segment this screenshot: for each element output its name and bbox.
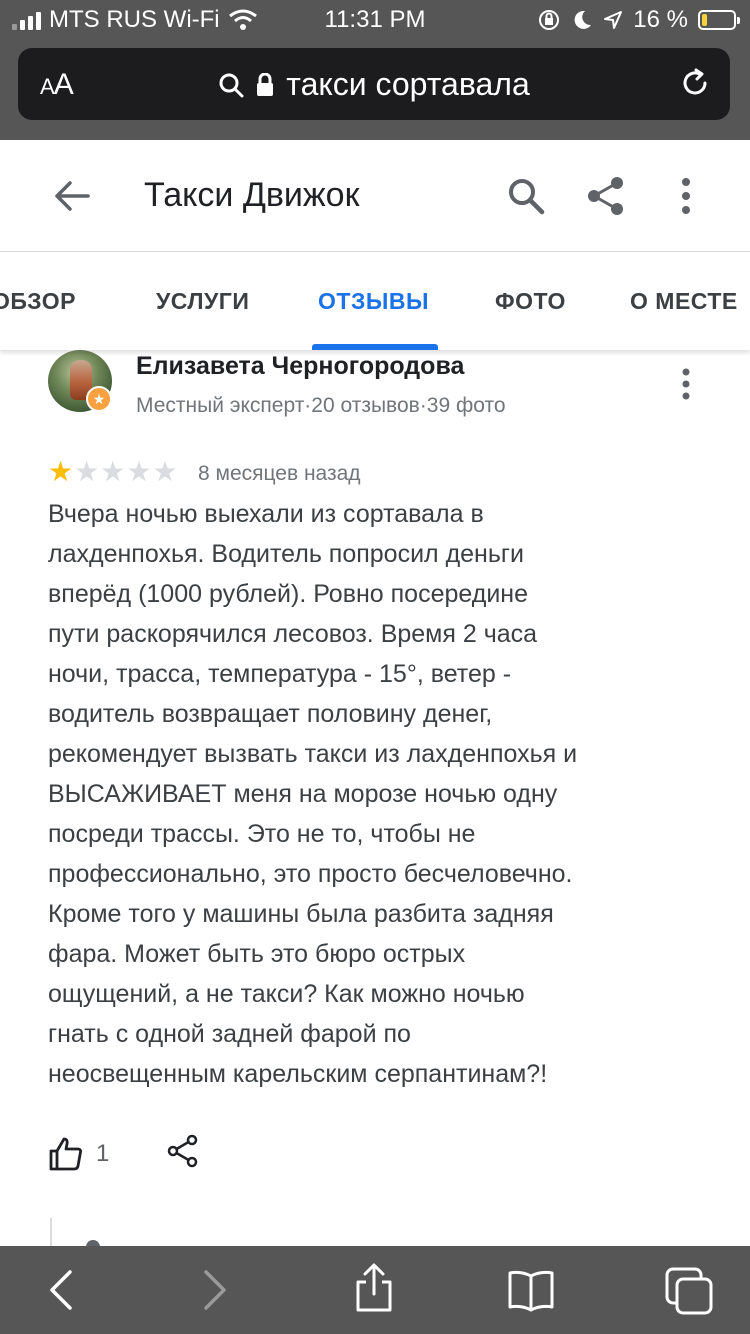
tab-photos[interactable]: ФОТО (495, 288, 566, 315)
review-text-line: водитель возвращает половину денег, (48, 700, 493, 728)
more-vert-icon[interactable] (670, 174, 702, 218)
review-text-line: ночи, трасса, температура - 15°, ветер - (48, 660, 512, 688)
review-text-line: рекомендует вызвать такси из лахденпохья… (48, 740, 578, 768)
review-card: ★ Елизавета Черногородова Местный экспер… (0, 350, 750, 1246)
review-author[interactable]: Елизавета Черногородова (136, 352, 464, 381)
tab-bar: ОБЗОР УСЛУГИ ОТЗЫВЫ ФОТО О МЕСТЕ (0, 252, 750, 350)
search-icon[interactable] (504, 174, 548, 218)
avatar[interactable]: ★ (48, 350, 112, 412)
review-text-line: неосвещенным карельским серпантинам?! (48, 1060, 548, 1088)
review-text-line: Кроме того у машины была разбита задняя (48, 900, 554, 928)
review-text-line: фара. Может быть это бюро острых (48, 940, 466, 968)
battery-fill (702, 14, 707, 26)
orientation-lock-icon (539, 10, 560, 30)
review-text-line: лахденпохья. Водитель попросил деньги (48, 540, 524, 568)
review-text-line: профессионально, это просто бесчеловечно… (48, 860, 573, 888)
review-text-line: Вчера ночью выехали из сортавала в (48, 500, 484, 528)
active-tab-indicator (312, 344, 438, 350)
location-icon (604, 11, 623, 29)
back-icon[interactable] (44, 1268, 78, 1312)
url-display[interactable]: такси сортавала (18, 66, 730, 103)
forward-icon[interactable] (198, 1268, 232, 1312)
like-button[interactable]: 1 (48, 1136, 109, 1172)
status-bar: MTS RUS Wi-Fi 11:31 PM 16 % (0, 0, 750, 40)
place-header: Такси Движок (0, 140, 750, 252)
more-vert-icon[interactable] (672, 364, 700, 404)
status-right: 16 % (537, 6, 740, 34)
tabs-icon[interactable] (664, 1266, 714, 1316)
battery-percent: 16 % (633, 6, 688, 33)
address-bar[interactable]: AA такси сортавала (18, 48, 730, 120)
share-icon[interactable] (584, 174, 628, 218)
tab-reviews[interactable]: ОТЗЫВЫ (318, 288, 429, 315)
star-icon: ★ (126, 456, 152, 487)
bookmarks-icon[interactable] (506, 1268, 556, 1312)
back-arrow-icon[interactable] (50, 174, 94, 218)
star-icon: ★ (152, 456, 178, 487)
lock-icon (257, 72, 274, 96)
rating-stars: ★ ★ ★ ★ ★ (48, 458, 178, 486)
tab-services[interactable]: УСЛУГИ (156, 288, 249, 315)
review-text-line: ВЫСАЖИВАЕТ меня на морозе ночью одну (48, 780, 558, 808)
browser-toolbar (0, 1246, 750, 1334)
review-text-line: гнать с одной задней фарой по (48, 1020, 411, 1048)
review-text-line: посреди трассы. Это не то, чтобы не (48, 820, 476, 848)
star-icon: ★ (48, 456, 74, 487)
review-text-line: ощущений, а не такси? Как можно ночью (48, 980, 525, 1008)
like-count: 1 (96, 1140, 110, 1167)
reload-icon[interactable] (678, 66, 712, 100)
search-icon (219, 73, 244, 97)
thumb-up-icon (49, 1137, 82, 1171)
review-date: 8 месяцев назад (198, 462, 361, 485)
browser-top-bar: MTS RUS Wi-Fi 11:31 PM 16 % AA такси сор… (0, 0, 750, 140)
tab-about[interactable]: О МЕСТЕ (630, 288, 738, 315)
battery-icon (698, 10, 740, 30)
owner-reply-divider (50, 1218, 52, 1246)
moon-icon (574, 10, 592, 29)
review-text: Вчера ночью выехали из сортавала в лахден… (48, 494, 688, 1094)
url-text: такси сортавала (286, 66, 530, 102)
review-author-meta: Местный эксперт·20 отзывов·39 фото (136, 394, 506, 417)
page-title: Такси Движок (144, 176, 360, 214)
star-icon: ★ (74, 456, 100, 487)
share-icon[interactable] (166, 1134, 200, 1168)
star-icon: ★ (100, 456, 126, 487)
review-text-line: пути раскорячился лесовоз. Время 2 часа (48, 620, 538, 648)
tab-overview[interactable]: ОБЗОР (0, 288, 76, 315)
local-guide-badge-icon: ★ (86, 386, 112, 412)
share-icon[interactable] (352, 1262, 396, 1314)
review-text-line: вперёд (1000 рублей). Ровно посередине (48, 580, 529, 608)
